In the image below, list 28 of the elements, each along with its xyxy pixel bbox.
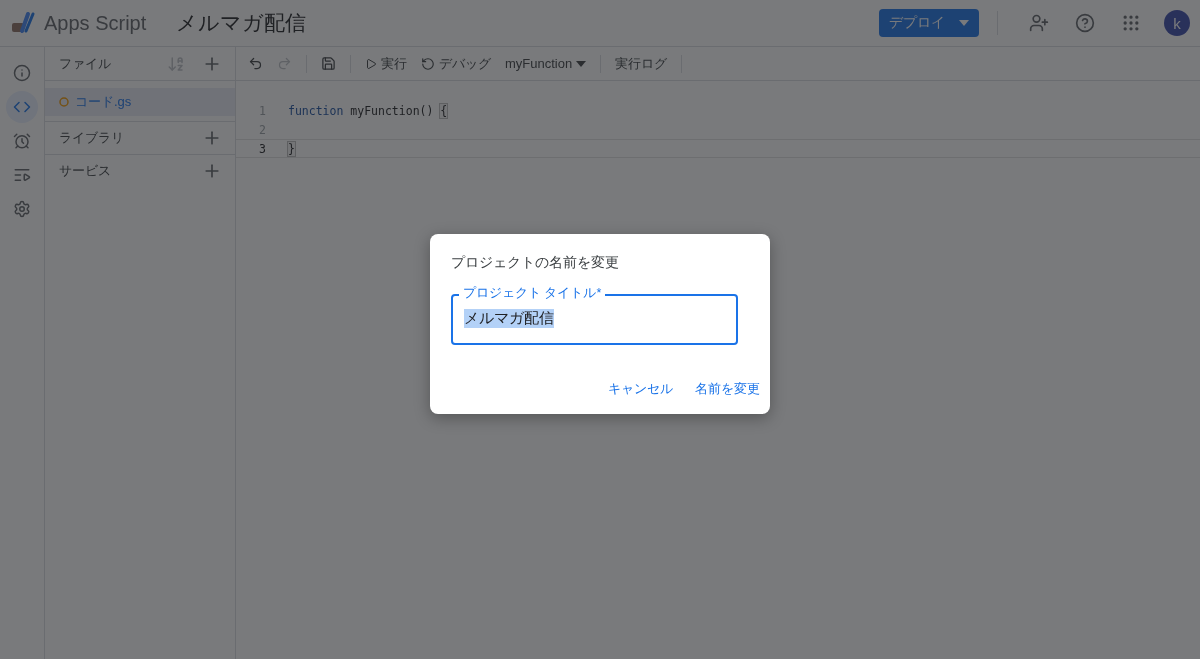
code-keyword: function [288, 103, 344, 118]
section-heading: サービス [59, 162, 112, 180]
caret-icon [959, 20, 969, 26]
debug-button[interactable]: デバッグ [417, 52, 495, 75]
function-select[interactable]: myFunction [501, 54, 591, 73]
code-bracket: } [288, 141, 295, 156]
line-number: 3 [258, 141, 266, 156]
play-icon [365, 57, 377, 70]
dialog-title: プロジェクトの名前を変更 [451, 253, 620, 272]
caret-icon [576, 60, 587, 67]
run-button[interactable]: 実行 [361, 52, 411, 75]
section-heading: ライブラリ [59, 129, 125, 147]
app-name: Apps Script [44, 11, 147, 35]
execution-log-button[interactable]: 実行ログ [611, 52, 672, 75]
logo-icon [10, 11, 36, 35]
avatar[interactable]: k [1164, 10, 1190, 36]
project-title[interactable]: メルマガ配信 [176, 9, 307, 37]
files-heading: ファイル [59, 54, 112, 73]
rename-button[interactable]: 名前を変更 [691, 378, 764, 400]
file-icon [59, 97, 69, 107]
code-text: myFunction() [349, 103, 435, 118]
debug-icon [421, 56, 435, 71]
title-field[interactable]: プロジェクト タイトル* メルマガ配信 [451, 285, 738, 345]
deploy-button[interactable]: デプロイ [879, 9, 979, 37]
cancel-button[interactable]: キャンセル [604, 378, 677, 400]
file-item[interactable]: コード.gs [45, 88, 235, 116]
code-bracket: { [440, 103, 448, 118]
code-icon[interactable] [6, 91, 38, 123]
